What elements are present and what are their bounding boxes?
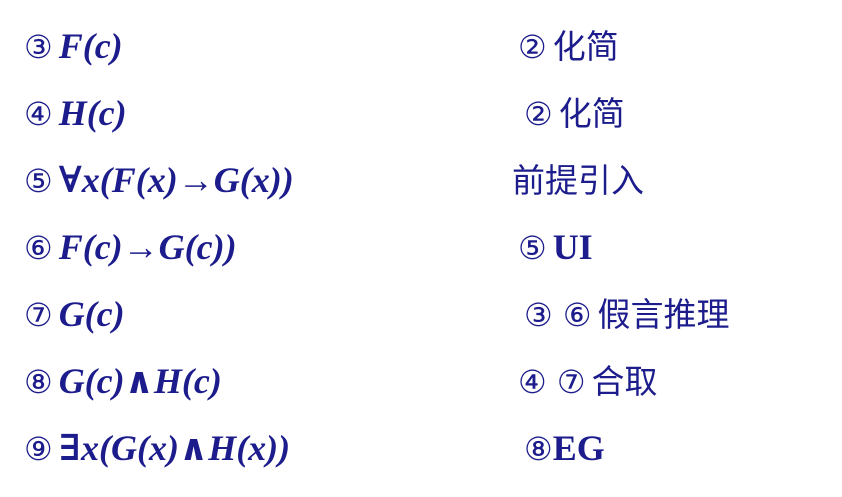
step-number: ⑤ [24, 162, 53, 200]
step-formula: ⑥ F(c)→G(c)) [24, 221, 237, 274]
step-formula: ⑤ ∀x(F(x)→G(x)) [24, 154, 294, 207]
rule-name: EG [552, 428, 605, 468]
rule-name: 合取 [591, 362, 658, 401]
formula-text: ∃x(G(x)∧H(x)) [58, 428, 291, 468]
step-number: ③ [24, 28, 53, 66]
reference-steps: ⑤ [518, 229, 547, 267]
step-justification: ③ ⑥ 假言推理 [524, 288, 730, 341]
step-formula: ⑧ G(c)∧H(c) [24, 355, 222, 408]
rule-name: 假言推理 [597, 295, 730, 334]
step-number: ④ [24, 95, 53, 133]
proof-steps: ③ F(c) ② 化简 ④ H(c) ② 化简 ⑤ ∀x(F(x)→G(x)) 前提引入 … [24, 20, 824, 489]
step-formula: ③ F(c) [24, 20, 123, 73]
rule-name: UI [552, 227, 593, 267]
reference-steps: ④ ⑦ [518, 363, 586, 401]
rule-name: 前提引入 [512, 161, 644, 200]
formula-text: G(c)∧H(c) [58, 361, 222, 401]
step-justification: 前提引入 [512, 154, 644, 207]
step-justification: ⑤ UI [518, 221, 593, 274]
step-justification: ② 化简 [524, 87, 625, 140]
step-number: ⑦ [24, 296, 53, 334]
formula-text: ∀x(F(x)→G(x)) [58, 160, 294, 200]
reference-steps: ② [524, 95, 553, 133]
rule-name: 化简 [558, 94, 625, 133]
step-formula: ④ H(c) [24, 87, 127, 140]
step-number: ⑥ [24, 229, 53, 267]
step-justification: ⑧EG [524, 422, 605, 475]
formula-text: H(c) [58, 93, 127, 133]
step-justification: ② 化简 [518, 20, 619, 73]
formula-text: F(c)→G(c)) [58, 227, 237, 267]
proof-row: ⑨ ∃x(G(x)∧H(x)) ⑧EG [24, 422, 824, 489]
step-formula: ⑦ G(c) [24, 288, 125, 341]
reference-steps: ⑧ [524, 430, 553, 468]
step-number: ⑨ [24, 430, 53, 468]
reference-steps: ② [518, 28, 547, 66]
proof-row: ④ H(c) ② 化简 [24, 87, 824, 154]
proof-row: ⑥ F(c)→G(c)) ⑤ UI [24, 221, 824, 288]
formula-text: F(c) [58, 26, 123, 66]
step-justification: ④ ⑦ 合取 [518, 355, 658, 408]
proof-row: ⑦ G(c) ③ ⑥ 假言推理 [24, 288, 824, 355]
proof-row: ⑧ G(c)∧H(c) ④ ⑦ 合取 [24, 355, 824, 422]
formula-text: G(c) [58, 294, 125, 334]
reference-steps: ③ ⑥ [524, 296, 592, 334]
step-number: ⑧ [24, 363, 53, 401]
proof-row: ③ F(c) ② 化简 [24, 20, 824, 87]
proof-row: ⑤ ∀x(F(x)→G(x)) 前提引入 [24, 154, 824, 221]
step-formula: ⑨ ∃x(G(x)∧H(x)) [24, 422, 290, 475]
rule-name: 化简 [552, 27, 619, 66]
